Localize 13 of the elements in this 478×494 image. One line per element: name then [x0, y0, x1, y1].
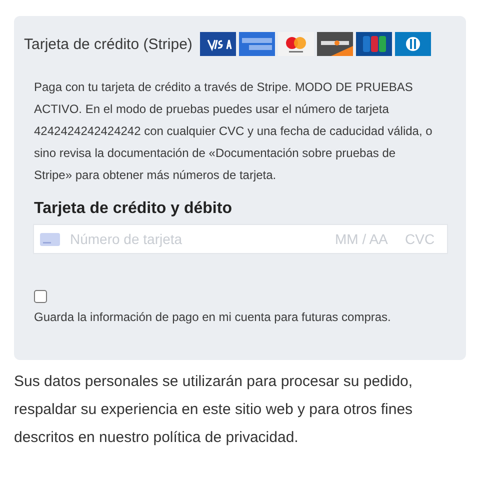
form-heading: Tarjeta de crédito y débito [34, 200, 233, 218]
card-logo-icon [200, 32, 236, 56]
card-icon [40, 232, 60, 246]
card-logo-icon [395, 32, 432, 56]
save-info-label: Guarda la información de pago en mi cuenta para futuras compras. [34, 310, 392, 324]
card-logo-icon [317, 32, 354, 56]
privacy-note: Sus datos personales se utilizarán para procesar su pedido, respaldar su experiencia en este sitio web y para otros fines descritos en nuestro política de privacidad. [14, 372, 414, 448]
payment-method-title: Tarjeta de crédito (Stripe) [24, 36, 192, 52]
card-logo-icon [278, 32, 314, 56]
card-logo-icon [356, 32, 392, 56]
save-info-checkbox[interactable] [34, 290, 47, 303]
payment-description: Paga con tu tarjeta de crédito a través de Stripe. MODO DE PRUEBAS ACTIVO. En el modo de pruebas puedes usar el número de tarjeta 4242424242424242 con cualquier CVC y una fecha de caducidad válida, o sino revisa la documentación de «Documentación sobre pruebas de Stripe» para obtener más números de tarjeta. [34, 79, 434, 184]
card-logo-icon [239, 32, 276, 56]
